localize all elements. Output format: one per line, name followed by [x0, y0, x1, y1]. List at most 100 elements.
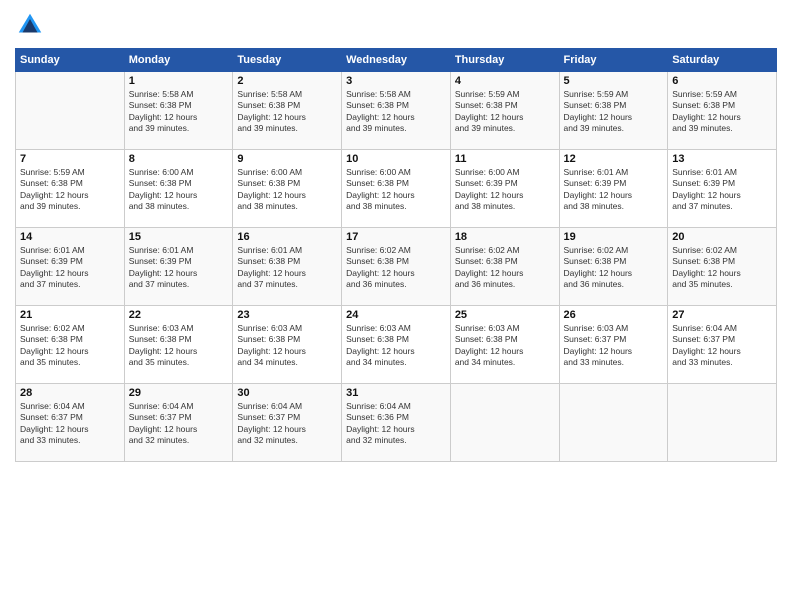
day-number: 7 [20, 153, 120, 165]
week-row-5: 28 Sunrise: 6:04 AM Sunset: 6:37 PM Dayli… [16, 384, 777, 462]
day-info: Sunrise: 5:59 AM Sunset: 6:38 PM Dayligh… [20, 167, 120, 213]
calendar-cell: 12Sunrise: 6:01 AM Sunset: 6:39 PM Dayli… [559, 150, 668, 228]
col-header-friday: Friday [559, 49, 668, 72]
week-row-4: 21 Sunrise: 6:02 AM Sunset: 6:38 PM Dayli… [16, 306, 777, 384]
day-number: 24 [346, 309, 446, 321]
calendar-cell [16, 72, 125, 150]
calendar-cell: 5 Sunrise: 5:59 AM Sunset: 6:38 PM Daylig… [559, 72, 668, 150]
day-info: Sunrise: 6:02 AM Sunset: 6:38 PM Dayligh… [564, 245, 664, 291]
col-header-wednesday: Wednesday [342, 49, 451, 72]
calendar-cell: 2Sunrise: 5:58 AM Sunset: 6:38 PM Daylig… [233, 72, 342, 150]
day-info: Sunrise: 6:00 AM Sunset: 6:38 PM Dayligh… [346, 167, 446, 213]
col-header-thursday: Thursday [450, 49, 559, 72]
day-info: Sunrise: 6:00 AM Sunset: 6:38 PM Dayligh… [237, 167, 337, 213]
calendar-cell: 25 Sunrise: 6:03 AM Sunset: 6:38 PM Dayli… [450, 306, 559, 384]
day-number: 16 [237, 231, 337, 243]
day-info: Sunrise: 5:58 AM Sunset: 6:38 PM Dayligh… [346, 89, 446, 135]
day-info: Sunrise: 6:03 AM Sunset: 6:38 PM Dayligh… [455, 323, 555, 369]
day-number: 10 [346, 153, 446, 165]
calendar-cell: 6Sunrise: 5:59 AM Sunset: 6:38 PM Daylig… [668, 72, 777, 150]
day-info: Sunrise: 6:01 AM Sunset: 6:39 PM Dayligh… [564, 167, 664, 213]
day-number: 29 [129, 387, 229, 399]
day-number: 28 [20, 387, 120, 399]
col-header-sunday: Sunday [16, 49, 125, 72]
day-number: 26 [564, 309, 664, 321]
day-info: Sunrise: 6:04 AM Sunset: 6:37 PM Dayligh… [20, 401, 120, 447]
day-number: 19 [564, 231, 664, 243]
header [15, 10, 777, 40]
day-number: 14 [20, 231, 120, 243]
day-number: 22 [129, 309, 229, 321]
day-info: Sunrise: 6:04 AM Sunset: 6:37 PM Dayligh… [129, 401, 229, 447]
day-info: Sunrise: 6:04 AM Sunset: 6:37 PM Dayligh… [237, 401, 337, 447]
day-number: 27 [672, 309, 772, 321]
calendar-cell: 13 Sunrise: 6:01 AM Sunset: 6:39 PM Dayli… [668, 150, 777, 228]
calendar-cell: 4Sunrise: 5:59 AM Sunset: 6:38 PM Daylig… [450, 72, 559, 150]
day-info: Sunrise: 6:03 AM Sunset: 6:38 PM Dayligh… [346, 323, 446, 369]
calendar-cell: 22 Sunrise: 6:03 AM Sunset: 6:38 PM Dayli… [124, 306, 233, 384]
day-number: 15 [129, 231, 229, 243]
calendar-cell: 15Sunrise: 6:01 AM Sunset: 6:39 PM Dayli… [124, 228, 233, 306]
calendar-cell: 8 Sunrise: 6:00 AM Sunset: 6:38 PM Daylig… [124, 150, 233, 228]
calendar-cell: 18Sunrise: 6:02 AM Sunset: 6:38 PM Dayli… [450, 228, 559, 306]
day-info: Sunrise: 6:02 AM Sunset: 6:38 PM Dayligh… [20, 323, 120, 369]
day-number: 13 [672, 153, 772, 165]
calendar-cell: 9 Sunrise: 6:00 AM Sunset: 6:38 PM Daylig… [233, 150, 342, 228]
day-info: Sunrise: 6:04 AM Sunset: 6:37 PM Dayligh… [672, 323, 772, 369]
calendar-cell: 23 Sunrise: 6:03 AM Sunset: 6:38 PM Dayli… [233, 306, 342, 384]
day-number: 9 [237, 153, 337, 165]
col-header-monday: Monday [124, 49, 233, 72]
day-number: 8 [129, 153, 229, 165]
week-row-3: 14Sunrise: 6:01 AM Sunset: 6:39 PM Dayli… [16, 228, 777, 306]
calendar-cell: 30 Sunrise: 6:04 AM Sunset: 6:37 PM Dayli… [233, 384, 342, 462]
day-info: Sunrise: 6:03 AM Sunset: 6:37 PM Dayligh… [564, 323, 664, 369]
col-header-tuesday: Tuesday [233, 49, 342, 72]
calendar-cell: 27 Sunrise: 6:04 AM Sunset: 6:37 PM Dayli… [668, 306, 777, 384]
logo-icon [15, 10, 45, 40]
day-number: 2 [237, 75, 337, 87]
day-number: 11 [455, 153, 555, 165]
calendar-cell: 11 Sunrise: 6:00 AM Sunset: 6:39 PM Dayli… [450, 150, 559, 228]
day-number: 17 [346, 231, 446, 243]
day-info: Sunrise: 6:00 AM Sunset: 6:39 PM Dayligh… [455, 167, 555, 213]
day-info: Sunrise: 6:00 AM Sunset: 6:38 PM Dayligh… [129, 167, 229, 213]
calendar-cell: 19 Sunrise: 6:02 AM Sunset: 6:38 PM Dayli… [559, 228, 668, 306]
day-number: 1 [129, 75, 229, 87]
day-info: Sunrise: 6:02 AM Sunset: 6:38 PM Dayligh… [455, 245, 555, 291]
calendar-table: SundayMondayTuesdayWednesdayThursdayFrid… [15, 48, 777, 462]
day-info: Sunrise: 5:59 AM Sunset: 6:38 PM Dayligh… [564, 89, 664, 135]
calendar-cell [559, 384, 668, 462]
header-row: SundayMondayTuesdayWednesdayThursdayFrid… [16, 49, 777, 72]
calendar-cell: 31Sunrise: 6:04 AM Sunset: 6:36 PM Dayli… [342, 384, 451, 462]
day-number: 5 [564, 75, 664, 87]
day-info: Sunrise: 6:03 AM Sunset: 6:38 PM Dayligh… [237, 323, 337, 369]
week-row-2: 7 Sunrise: 5:59 AM Sunset: 6:38 PM Daylig… [16, 150, 777, 228]
day-info: Sunrise: 5:58 AM Sunset: 6:38 PM Dayligh… [129, 89, 229, 135]
calendar-cell: 7 Sunrise: 5:59 AM Sunset: 6:38 PM Daylig… [16, 150, 125, 228]
logo [15, 10, 49, 40]
calendar-cell: 26 Sunrise: 6:03 AM Sunset: 6:37 PM Dayli… [559, 306, 668, 384]
day-info: Sunrise: 6:03 AM Sunset: 6:38 PM Dayligh… [129, 323, 229, 369]
col-header-saturday: Saturday [668, 49, 777, 72]
calendar-cell: 24 Sunrise: 6:03 AM Sunset: 6:38 PM Dayli… [342, 306, 451, 384]
day-info: Sunrise: 6:02 AM Sunset: 6:38 PM Dayligh… [672, 245, 772, 291]
day-info: Sunrise: 5:59 AM Sunset: 6:38 PM Dayligh… [455, 89, 555, 135]
day-info: Sunrise: 6:02 AM Sunset: 6:38 PM Dayligh… [346, 245, 446, 291]
day-number: 25 [455, 309, 555, 321]
day-number: 31 [346, 387, 446, 399]
day-info: Sunrise: 6:01 AM Sunset: 6:38 PM Dayligh… [237, 245, 337, 291]
day-number: 23 [237, 309, 337, 321]
day-info: Sunrise: 5:59 AM Sunset: 6:38 PM Dayligh… [672, 89, 772, 135]
day-number: 21 [20, 309, 120, 321]
day-number: 20 [672, 231, 772, 243]
calendar-cell [450, 384, 559, 462]
day-info: Sunrise: 6:01 AM Sunset: 6:39 PM Dayligh… [672, 167, 772, 213]
calendar-cell: 10 Sunrise: 6:00 AM Sunset: 6:38 PM Dayli… [342, 150, 451, 228]
calendar-cell: 16 Sunrise: 6:01 AM Sunset: 6:38 PM Dayli… [233, 228, 342, 306]
week-row-1: 1 Sunrise: 5:58 AM Sunset: 6:38 PM Daylig… [16, 72, 777, 150]
day-number: 3 [346, 75, 446, 87]
day-number: 30 [237, 387, 337, 399]
calendar-cell: 20 Sunrise: 6:02 AM Sunset: 6:38 PM Dayli… [668, 228, 777, 306]
calendar-cell: 1 Sunrise: 5:58 AM Sunset: 6:38 PM Daylig… [124, 72, 233, 150]
calendar-cell: 14Sunrise: 6:01 AM Sunset: 6:39 PM Dayli… [16, 228, 125, 306]
